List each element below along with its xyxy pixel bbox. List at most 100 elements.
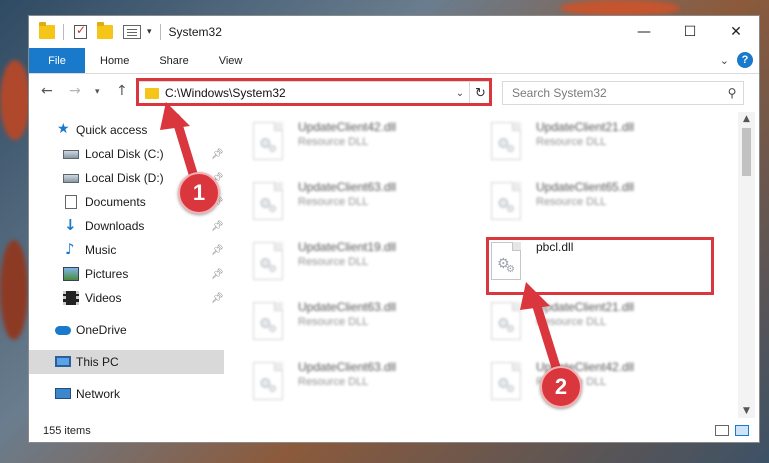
tab-view[interactable]: View [204, 48, 258, 73]
file-type: Resource DLL [298, 256, 369, 268]
file-type: Resource DLL [298, 136, 369, 148]
vertical-scrollbar[interactable]: ▲ ▼ [738, 112, 755, 418]
item-count: 155 items [43, 425, 91, 437]
tab-file[interactable]: File [29, 48, 85, 73]
background-foliage [0, 240, 28, 340]
file-item[interactable]: ⚙ ⚙ UpdateClient19.dll Resource DLL [227, 234, 437, 282]
file-item[interactable]: ⚙ ⚙ UpdateClient21.dll Resource DLL [465, 294, 675, 342]
scroll-up-icon[interactable]: ▲ [738, 114, 755, 124]
search-placeholder: Search System32 [512, 86, 607, 100]
sidebar-item-label: Network [76, 387, 121, 401]
dll-file-icon: ⚙ ⚙ [491, 362, 521, 400]
sidebar-item-pictures[interactable]: Pictures 📌︎ [29, 262, 224, 286]
sidebar-item-onedrive[interactable]: OneDrive [29, 318, 224, 342]
sidebar-item-label: OneDrive [76, 323, 127, 337]
file-highlight [486, 237, 714, 295]
folder-icon [39, 22, 55, 39]
details-view-icon[interactable] [715, 425, 729, 436]
file-item[interactable]: ⚙⚙ UpdateClient42.dll Resource DLL [227, 114, 437, 162]
divider [159, 24, 161, 40]
sidebar-item-local-disk-c[interactable]: Local Disk (C:) 📌︎ [29, 142, 224, 166]
window-title: System32 [168, 25, 222, 39]
sidebar-item-quick-access[interactable]: ★ Quick access [29, 118, 224, 142]
ribbon-right-controls: ⌄ ? [720, 52, 753, 68]
scrollbar-thumb[interactable] [742, 128, 751, 176]
documents-icon [65, 195, 77, 209]
dll-file-icon: ⚙ ⚙ [253, 302, 283, 340]
file-name: UpdateClient63.dll [298, 360, 397, 374]
pin-icon[interactable]: 📌︎ [211, 245, 224, 256]
sidebar-item-label: Local Disk (D:) [85, 171, 164, 185]
network-icon [55, 388, 71, 399]
pin-icon[interactable]: 📌︎ [211, 221, 224, 232]
pin-icon[interactable]: 📌︎ [211, 149, 224, 160]
sidebar-item-label: Quick access [76, 123, 148, 137]
pictures-icon [63, 267, 79, 281]
computer-icon [55, 356, 71, 367]
file-name: UpdateClient63.dll [298, 300, 397, 314]
sidebar-item-label: Music [85, 243, 117, 257]
cloud-icon [55, 326, 71, 335]
up-arrow-icon[interactable]: ↑ [116, 83, 128, 99]
dll-file-icon: ⚙ ⚙ [253, 362, 283, 400]
sidebar-item-label: Documents [85, 195, 146, 209]
dll-file-icon: ⚙ ⚙ [491, 182, 521, 220]
sidebar-item-videos[interactable]: Videos 📌︎ [29, 286, 224, 310]
file-item[interactable]: ⚙ ⚙ UpdateClient63.dll Resource DLL [227, 174, 437, 222]
close-button[interactable]: ✕ [713, 16, 759, 48]
sidebar-item-this-pc[interactable]: This PC [29, 350, 224, 374]
sidebar-item-label: Pictures [85, 267, 129, 281]
sidebar-item-label: This PC [76, 355, 119, 369]
properties-check-icon[interactable] [74, 23, 87, 39]
minimize-button[interactable]: — [621, 16, 667, 48]
forward-arrow-icon[interactable]: → [69, 83, 81, 99]
sidebar-item-downloads[interactable]: ↓ Downloads 📌︎ [29, 214, 224, 238]
file-type: Resource DLL [536, 316, 607, 328]
quick-access-dropdown-icon[interactable]: ▾ [147, 27, 152, 37]
sidebar-item-label: Downloads [85, 219, 145, 233]
dll-file-icon: ⚙ ⚙ [253, 242, 283, 280]
customize-quick-access-icon[interactable] [123, 25, 141, 39]
search-input[interactable]: Search System32 ⚲ [502, 81, 744, 105]
new-folder-icon[interactable] [97, 22, 113, 39]
sidebar-item-network[interactable]: Network [29, 382, 224, 406]
pin-icon[interactable]: 📌︎ [211, 293, 224, 304]
background-foliage [560, 0, 680, 16]
download-icon: ↓ [64, 216, 77, 234]
file-type: Resource DLL [298, 316, 369, 328]
file-type: Resource DLL [536, 136, 607, 148]
help-icon[interactable]: ? [737, 52, 753, 68]
view-toggle [715, 425, 749, 436]
dll-file-icon: ⚙ ⚙ [491, 302, 521, 340]
scroll-down-icon[interactable]: ▼ [738, 406, 755, 416]
dll-file-icon: ⚙ ⚙ [253, 182, 283, 220]
tab-home[interactable]: Home [85, 48, 144, 73]
pin-icon[interactable]: 📌︎ [211, 269, 224, 280]
maximize-button[interactable]: ☐ [667, 16, 713, 48]
file-name: UpdateClient21.dll [536, 120, 635, 134]
step-callout-2: 2 [540, 366, 582, 408]
sidebar-item-label: Videos [85, 291, 122, 305]
file-item[interactable]: ⚙ ⚙ UpdateClient65.dll Resource DLL [465, 174, 675, 222]
back-arrow-icon[interactable]: ← [41, 83, 53, 99]
star-icon: ★ [57, 121, 70, 137]
file-type: Resource DLL [298, 196, 369, 208]
file-item[interactable]: ⚙ ⚙ UpdateClient63.dll Resource DLL [227, 294, 437, 342]
dll-file-icon: ⚙ ⚙ [253, 122, 283, 160]
file-item[interactable]: ⚙ ⚙ UpdateClient63.dll Resource DLL [227, 354, 437, 402]
recent-locations-icon[interactable]: ▾ [95, 87, 100, 97]
file-name: UpdateClient42.dll [298, 120, 397, 134]
drive-icon [63, 150, 79, 159]
videos-icon [63, 291, 79, 305]
search-icon[interactable]: ⚲ [721, 86, 743, 100]
file-item[interactable]: ⚙ ⚙ UpdateClient21.dll Resource DLL [465, 114, 675, 162]
file-type: Resource DLL [536, 196, 607, 208]
title-bar: ▾ System32 — ☐ ✕ [29, 16, 759, 48]
background-foliage [0, 60, 30, 140]
address-bar-highlight [136, 78, 492, 106]
large-icons-view-icon[interactable] [735, 425, 749, 436]
file-name: UpdateClient63.dll [298, 180, 397, 194]
sidebar-item-music[interactable]: ♪ Music 📌︎ [29, 238, 224, 262]
expand-ribbon-icon[interactable]: ⌄ [720, 54, 729, 67]
tab-share[interactable]: Share [144, 48, 203, 73]
